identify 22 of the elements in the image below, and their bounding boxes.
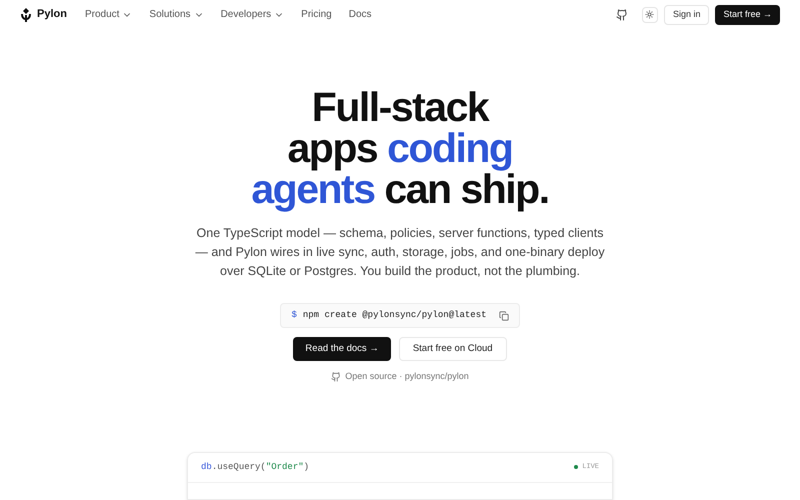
github-icon bbox=[331, 372, 342, 382]
hero-description: One TypeScript model — schema, policies, server functions, typed clients — and Pylon wires in live sync, auth, storage, jobs, and one-binary deploy over SQLite or Postgres. You build the product, not the plumbing. bbox=[195, 225, 605, 280]
command-text: npm create @pylonsync/pylon@latest bbox=[302, 309, 487, 322]
nav-link[interactable]: Pricing bbox=[301, 7, 332, 22]
sign-in-button[interactable]: Sign in bbox=[664, 4, 710, 25]
start-cloud-button[interactable]: Start free on Cloud bbox=[398, 337, 507, 362]
code-snippet: db.useQuery("Order") bbox=[201, 460, 310, 474]
nav-link[interactable]: Developers bbox=[220, 7, 284, 22]
read-docs-button[interactable]: Read the docs → bbox=[293, 337, 391, 362]
start-free-button[interactable]: Start free → bbox=[715, 4, 780, 25]
prompt-symbol: $ bbox=[291, 309, 297, 322]
github-icon[interactable] bbox=[616, 8, 628, 21]
brand-name[interactable]: Pylon bbox=[37, 6, 67, 23]
copy-icon[interactable] bbox=[498, 310, 509, 321]
nav-link[interactable]: Solutions bbox=[149, 7, 204, 22]
hero-heading: Full-stack apps coding agents can ship. bbox=[251, 87, 549, 210]
theme-toggle[interactable] bbox=[642, 6, 658, 23]
nav-link[interactable]: Docs bbox=[348, 7, 372, 22]
sun-icon bbox=[645, 10, 654, 20]
open-source-link[interactable]: Open source · pylonsync/pylon bbox=[345, 370, 469, 384]
nav-link[interactable]: Product bbox=[84, 7, 132, 22]
logo-icon bbox=[20, 8, 32, 22]
